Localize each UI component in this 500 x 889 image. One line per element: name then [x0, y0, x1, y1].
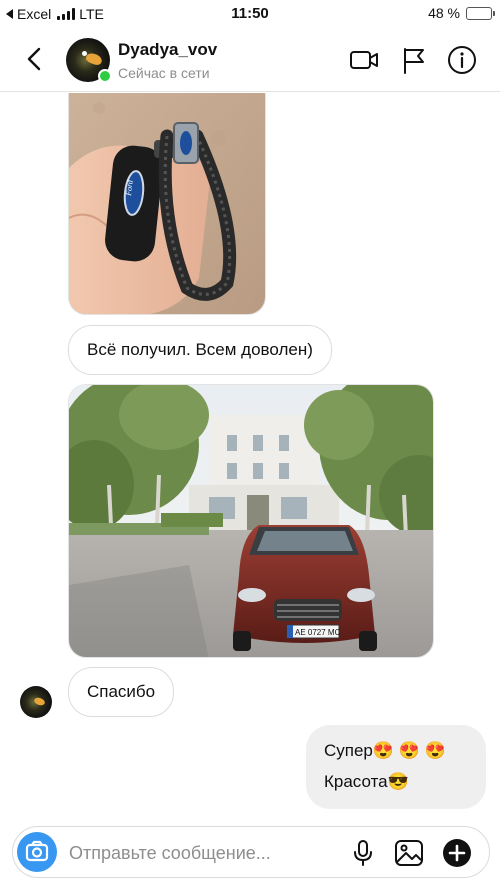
chevron-left-icon[interactable]	[18, 42, 52, 76]
status-right: 48 %	[428, 5, 495, 21]
camera-button[interactable]	[17, 832, 57, 872]
plus-icon[interactable]	[441, 837, 473, 869]
contact-avatar[interactable]	[66, 38, 112, 83]
message-composer	[12, 826, 490, 878]
key-fob-photo-image: Ford	[69, 93, 265, 314]
message-photo-key-fob[interactable]: Ford	[68, 93, 266, 315]
message-bubble-incoming[interactable]: Спасибо	[68, 667, 175, 717]
message-bubble-outgoing[interactable]: Супер😍 😍 😍 Красота😎	[306, 725, 486, 809]
license-plate-text: AE 0727 MC	[295, 628, 341, 637]
battery-percent: 48 %	[428, 5, 460, 21]
info-icon[interactable]	[446, 44, 478, 76]
contact-username[interactable]: Dyadya_vov	[118, 40, 217, 60]
outgoing-line-1: Супер😍 😍 😍	[324, 741, 446, 760]
message-input[interactable]	[69, 840, 339, 866]
status-time: 11:50	[231, 5, 269, 22]
online-indicator	[98, 69, 112, 83]
car-photo-image: AE 0727 MC	[69, 385, 433, 657]
camera-icon	[25, 840, 49, 862]
flag-icon[interactable]	[398, 44, 430, 76]
microphone-icon[interactable]	[347, 837, 379, 869]
outgoing-line-2: Красота😎	[324, 772, 409, 791]
gallery-icon[interactable]	[393, 837, 425, 869]
video-camera-icon[interactable]	[348, 44, 380, 76]
contact-presence: Сейчас в сети	[118, 65, 210, 81]
message-bubble-incoming[interactable]: Всё получил. Всем доволен)	[68, 325, 332, 375]
battery-icon	[466, 6, 495, 20]
contact-avatar-small[interactable]	[20, 686, 52, 718]
message-photo-car[interactable]: AE 0727 MC	[68, 384, 434, 658]
key-brand-text: Ford	[124, 179, 135, 198]
chat-header: Dyadya_vov Сейчас в сети	[0, 28, 500, 92]
status-bar: Excel LTE 11:50 48 %	[0, 0, 500, 28]
message-thread[interactable]: Ford Всё получил. Всем доволен) AE 0727 …	[0, 93, 500, 823]
